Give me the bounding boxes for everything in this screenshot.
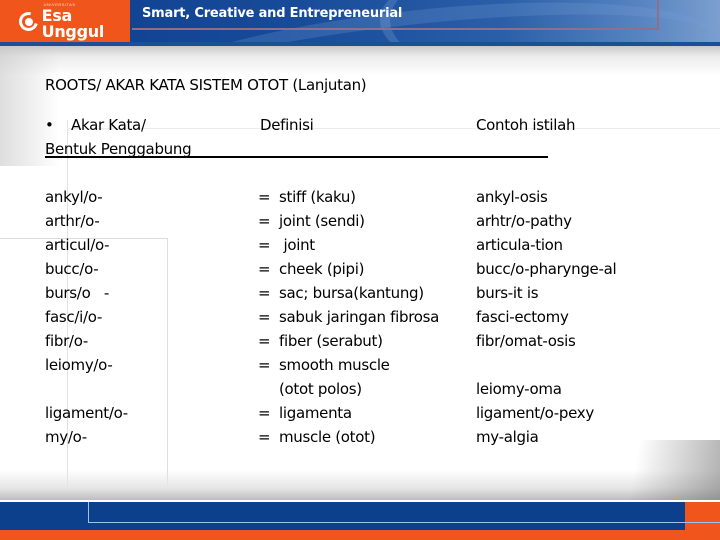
footer-shadow-corner — [600, 440, 720, 500]
root-term: ankyl/o- — [45, 188, 103, 206]
faint-frame-line — [167, 238, 168, 500]
definition-row: = fiber (serabut) — [258, 329, 439, 353]
example-term: burs-it is — [476, 284, 539, 302]
definition-row: = cheek (pipi) — [258, 257, 439, 281]
definition-row: = sac; bursa(kantung) — [258, 281, 439, 305]
root-term: burs/o - — [45, 284, 109, 302]
examples-column: ankyl-osis arhtr/o-pathy articula-tion b… — [476, 185, 617, 449]
definition-text: joint — [279, 236, 315, 254]
equals-sign: = — [258, 404, 271, 422]
root-term: bucc/o- — [45, 260, 99, 278]
definition-row: = joint — [258, 233, 439, 257]
definition-text: muscle (otot) — [279, 428, 376, 446]
root-term: articul/o- — [45, 236, 110, 254]
definition-text: joint (sendi) — [279, 212, 365, 230]
example-term: leiomy-oma — [476, 380, 562, 398]
definition-text: sabuk jaringan fibrosa — [279, 308, 440, 326]
definition-row: = ligamenta — [258, 401, 439, 425]
equals-sign: = — [258, 212, 271, 230]
faint-frame-line — [67, 128, 720, 129]
footer-frame-line — [88, 502, 720, 523]
roots-column: ankyl/o- arthr/o- articul/o- bucc/o- bur… — [45, 185, 128, 449]
example-term: my-algia — [476, 428, 539, 446]
definitions-column: = stiff (kaku) = joint (sendi) = joint = ch… — [258, 185, 439, 449]
logo-name: Esa Unggul — [41, 5, 105, 41]
definition-text: fiber (serabut) — [279, 332, 383, 350]
equals-sign: = — [258, 236, 271, 254]
definition-row-continued: (otot polos) — [258, 377, 439, 401]
header-banner: UNIVERSITAS Esa Unggul Smart, Creative a… — [0, 0, 720, 46]
logo-mark-icon — [15, 8, 42, 35]
equals-sign: = — [258, 188, 271, 206]
footer-orange-band — [0, 530, 720, 540]
equals-sign: = — [258, 260, 271, 278]
tagline: Smart, Creative and Entrepreneurial — [142, 6, 403, 21]
example-term: articula-tion — [476, 236, 563, 254]
equals-sign: = — [258, 428, 271, 446]
header-underline-rule — [45, 156, 548, 158]
example-term: bucc/o-pharynge-al — [476, 260, 617, 278]
column-header-example: Contoh istilah — [476, 116, 576, 134]
header-swoosh-decoration — [380, 0, 680, 46]
example-term: ankyl-osis — [476, 188, 548, 206]
example-term: fasci-ectomy — [476, 308, 569, 326]
definition-row: = smooth muscle — [258, 353, 439, 377]
root-term: fasc/i/o- — [45, 308, 102, 326]
definition-row: = stiff (kaku) — [258, 185, 439, 209]
definition-text: sac; bursa(kantung) — [279, 284, 424, 302]
definition-row: = sabuk jaringan fibrosa — [258, 305, 439, 329]
root-term: fibr/o- — [45, 332, 88, 350]
equals-sign: = — [258, 308, 271, 326]
example-term: ligament/o-pexy — [476, 404, 594, 422]
root-term: my/o- — [45, 428, 87, 446]
root-term: ligament/o- — [45, 404, 128, 422]
equals-sign: = — [258, 356, 271, 374]
column-header-roots: • Akar Kata/ — [45, 116, 146, 134]
definition-text: stiff (kaku) — [279, 188, 356, 206]
definition-text: ligamenta — [279, 404, 352, 422]
spacer-row — [45, 377, 128, 401]
definition-text-continued: (otot polos) — [279, 380, 362, 398]
column-header-roots-line1: Akar Kata/ — [71, 116, 146, 134]
header-shadow — [0, 46, 720, 76]
definition-row: = muscle (otot) — [258, 425, 439, 449]
university-logo: UNIVERSITAS Esa Unggul — [0, 0, 130, 42]
definition-text: smooth muscle — [279, 356, 390, 374]
header-accent-line — [132, 28, 260, 30]
root-term: leiomy/o- — [45, 356, 113, 374]
equals-sign: = — [258, 284, 271, 302]
definition-text: cheek (pipi) — [279, 260, 365, 278]
example-term: arhtr/o-pathy — [476, 212, 572, 230]
header-accent-line — [260, 28, 658, 30]
bullet-icon: • — [45, 116, 54, 134]
slide-title: ROOTS/ AKAR KATA SISTEM OTOT (Lanjutan) — [45, 76, 367, 94]
root-term: arthr/o- — [45, 212, 100, 230]
column-header-definition: Definisi — [260, 116, 314, 134]
header-accent-line — [657, 0, 659, 30]
spacer-row — [476, 353, 616, 377]
equals-sign: = — [258, 332, 271, 350]
definition-row: = joint (sendi) — [258, 209, 439, 233]
example-term: fibr/omat-osis — [476, 332, 576, 350]
